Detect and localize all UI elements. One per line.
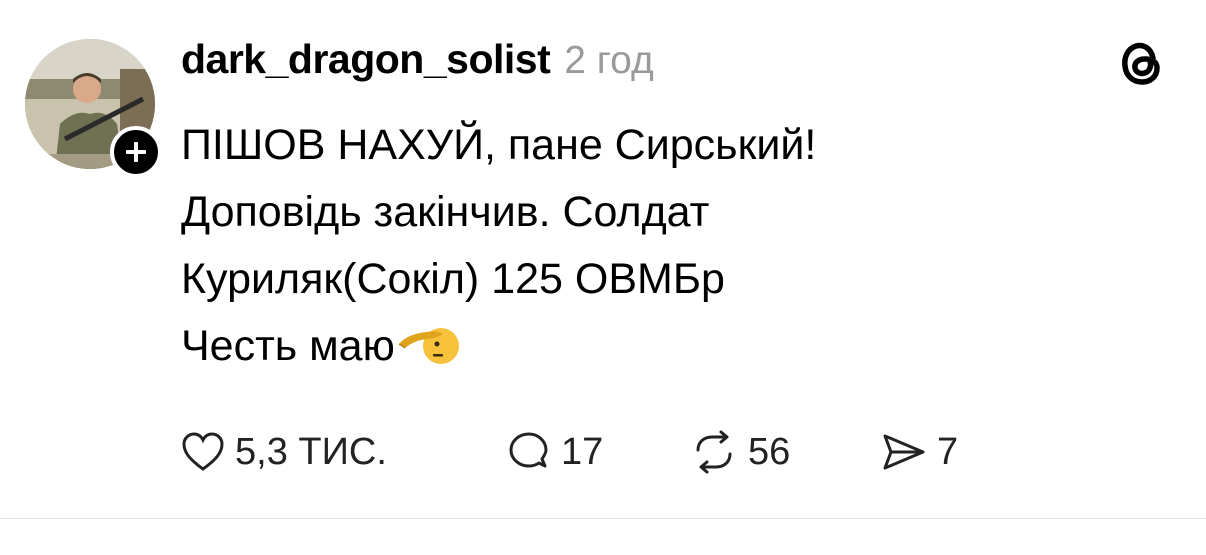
reply-button[interactable]: 17 [507, 426, 603, 478]
reply-count: 17 [561, 430, 604, 473]
like-button[interactable]: 5,3 ТИС. [181, 426, 387, 478]
share-count: 7 [937, 430, 959, 473]
follow-button[interactable] [110, 126, 162, 178]
share-button[interactable]: 7 [881, 426, 958, 478]
username[interactable]: dark_dragon_solist [181, 36, 551, 83]
repost-count: 56 [748, 430, 791, 473]
threads-logo-icon[interactable] [1117, 38, 1167, 88]
comment-icon [509, 432, 548, 468]
post-line-3: Куриляк(Сокіл) 125 ОВМБр [181, 255, 725, 303]
saluting-face-emoji [397, 320, 459, 388]
plus-icon [126, 142, 146, 162]
divider [0, 518, 1206, 519]
post-body: ПІШОВ НАХУЙ, пане Сирський! Доповідь зак… [181, 112, 816, 388]
post-header: dark_dragon_solist 2 год [181, 36, 654, 88]
post-line-4-text: Честь маю [181, 322, 395, 370]
send-icon [883, 434, 925, 470]
heart-icon [182, 432, 224, 471]
post-line-4: Честь маю [181, 313, 816, 388]
repost-icon [696, 430, 732, 474]
timestamp: 2 год [564, 39, 654, 82]
like-count: 5,3 ТИС. [235, 430, 387, 473]
post-line-2: Доповідь закінчив. Солдат [181, 188, 710, 236]
post-line-1: ПІШОВ НАХУЙ, пане Сирський! [181, 121, 817, 169]
repost-button[interactable]: 56 [690, 426, 790, 478]
